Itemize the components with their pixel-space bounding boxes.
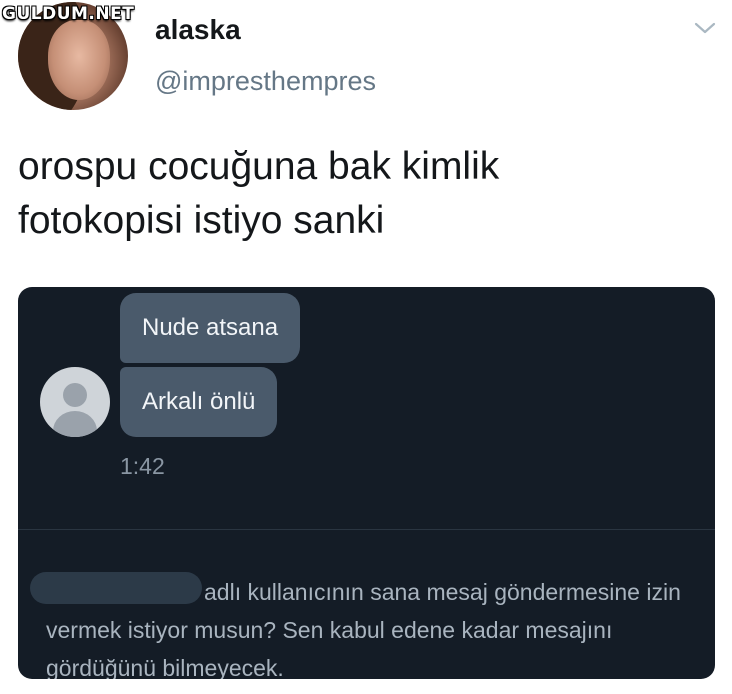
divider (18, 529, 715, 530)
user-handle[interactable]: @impresthempres (155, 66, 376, 97)
message-timestamp: 1:42 (120, 453, 165, 479)
default-avatar-icon (40, 367, 110, 437)
message-request-notice: adlı kullanıcının sana mesaj göndermesin… (46, 579, 681, 679)
chevron-down-icon[interactable] (694, 20, 716, 36)
tweet-text: orospu cocuğuna bak kimlik fotokopisi is… (18, 145, 500, 242)
message-bubble: Arkalı önlü (120, 367, 278, 437)
embedded-dm-screenshot: Nude atsana Arkalı önlü 1:42 adlı kullan… (18, 287, 715, 679)
watermark: GULDUM.NET (2, 4, 135, 24)
avatar-head (63, 383, 87, 407)
avatar-face (48, 20, 110, 100)
display-name[interactable]: alaska (155, 14, 241, 46)
message-bubble: Nude atsana (120, 293, 301, 363)
avatar-body (53, 411, 97, 437)
